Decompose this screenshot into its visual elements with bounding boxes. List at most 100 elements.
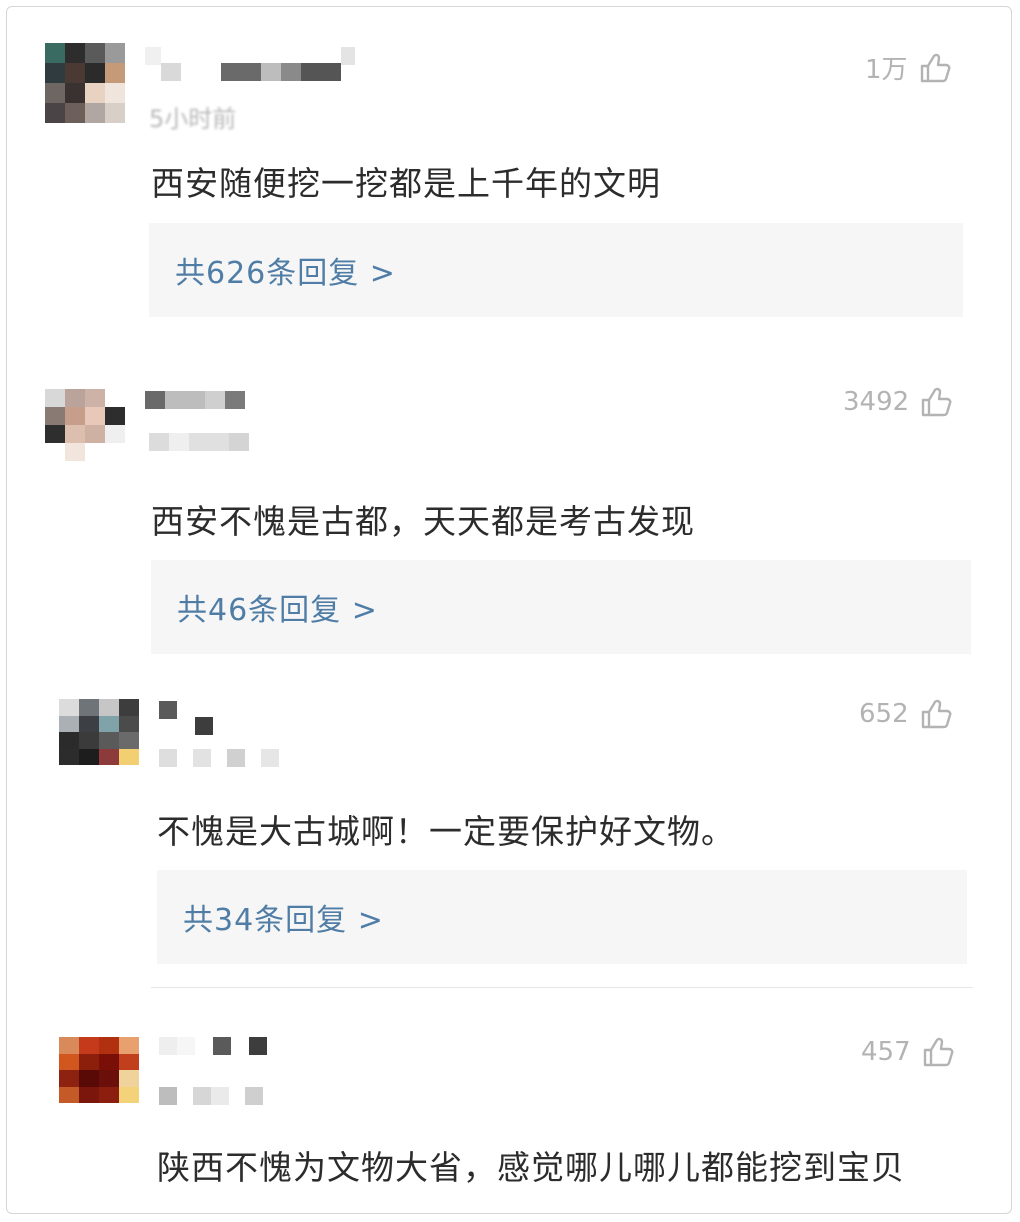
- comment-list: 5小时前 1万 西安随便挖一挖都是上千年的文明 共626条回复 > 3492 西…: [6, 6, 1012, 1214]
- avatar-pixel: [105, 43, 125, 63]
- like-area[interactable]: 1万: [865, 49, 952, 86]
- username-blurred[interactable]: [145, 47, 355, 81]
- avatar-pixel: [85, 443, 105, 461]
- avatar-pixel: [59, 1086, 79, 1103]
- avatar-pixel: [79, 1037, 99, 1054]
- avatar-pixel: [45, 63, 65, 83]
- avatar-pixel: [79, 715, 99, 732]
- avatar-pixel: [79, 1070, 99, 1087]
- comment-text: 西安不愧是古都，天天都是考古发现: [151, 502, 695, 541]
- like-area[interactable]: 457: [861, 1035, 955, 1069]
- thumbs-up-icon[interactable]: [919, 385, 953, 419]
- avatar-pixel: [45, 407, 65, 425]
- view-replies-link[interactable]: 共46条回复 >: [177, 585, 378, 629]
- avatar-pixel: [99, 732, 119, 749]
- comment-text: 西安随便挖一挖都是上千年的文明: [151, 164, 661, 203]
- thumbs-up-icon[interactable]: [921, 1035, 955, 1069]
- avatar-pixel: [65, 63, 85, 83]
- avatar-pixel: [79, 1053, 99, 1070]
- reply-box[interactable]: 共46条回复 >: [151, 560, 971, 654]
- avatar-pixel: [99, 699, 119, 716]
- avatar-pixel: [59, 748, 79, 765]
- avatar-pixel: [85, 83, 105, 103]
- avatar-pixel: [79, 699, 99, 716]
- avatar-pixel: [59, 1053, 79, 1070]
- avatar-pixel: [105, 103, 125, 123]
- avatar-pixel: [65, 389, 85, 407]
- avatar-pixel: [45, 103, 65, 123]
- avatar-pixel: [45, 83, 65, 103]
- comment-time-blurred: [159, 1087, 263, 1105]
- avatar-pixel: [59, 1037, 79, 1054]
- avatar-pixel: [79, 1086, 99, 1103]
- avatar-pixel: [59, 699, 79, 716]
- username-blurred[interactable]: [159, 701, 213, 735]
- avatar-pixel: [45, 389, 65, 407]
- reply-box[interactable]: 共34条回复 >: [157, 870, 967, 964]
- comment-time: 5小时前: [149, 105, 237, 133]
- avatar-pixel: [105, 425, 125, 443]
- avatar-pixel: [85, 63, 105, 83]
- avatar-pixel: [85, 43, 105, 63]
- avatar-pixel: [99, 1070, 119, 1087]
- avatar[interactable]: [45, 43, 125, 123]
- avatar-pixel: [105, 83, 125, 103]
- username-blurred[interactable]: [159, 1037, 267, 1055]
- avatar-pixel: [85, 103, 105, 123]
- avatar-pixel: [65, 425, 85, 443]
- avatar[interactable]: [45, 389, 125, 461]
- avatar-pixel: [119, 748, 139, 765]
- reply-box[interactable]: 共626条回复 >: [149, 223, 963, 317]
- avatar-pixel: [65, 43, 85, 63]
- avatar-pixel: [79, 748, 99, 765]
- avatar-pixel: [45, 43, 65, 63]
- avatar-pixel: [65, 407, 85, 425]
- avatar-pixel: [65, 443, 85, 461]
- thumbs-up-icon[interactable]: [919, 697, 953, 731]
- comment-time-blurred: [159, 749, 279, 767]
- like-count: 1万: [865, 55, 908, 85]
- avatar-pixel: [45, 443, 65, 461]
- avatar-pixel: [105, 63, 125, 83]
- avatar-pixel: [119, 1086, 139, 1103]
- comment-time-blurred: [149, 433, 249, 451]
- thumbs-up-icon[interactable]: [918, 51, 952, 85]
- view-replies-link[interactable]: 共626条回复 >: [175, 248, 396, 292]
- comment-text: 不愧是大古城啊！一定要保护好文物。: [157, 812, 735, 851]
- avatar-pixel: [59, 732, 79, 749]
- avatar-pixel: [65, 103, 85, 123]
- like-area[interactable]: 3492: [843, 385, 953, 419]
- avatar-pixel: [119, 699, 139, 716]
- avatar-pixel: [99, 1053, 119, 1070]
- avatar-pixel: [65, 83, 85, 103]
- avatar-pixel: [79, 732, 99, 749]
- view-replies-link[interactable]: 共34条回复 >: [183, 895, 384, 939]
- avatar-pixel: [105, 407, 125, 425]
- avatar-pixel: [99, 748, 119, 765]
- avatar-pixel: [85, 407, 105, 425]
- avatar-pixel: [105, 389, 125, 407]
- avatar[interactable]: [59, 699, 139, 765]
- avatar-pixel: [119, 715, 139, 732]
- avatar-pixel: [119, 1037, 139, 1054]
- avatar-pixel: [105, 443, 125, 461]
- like-area[interactable]: 652: [859, 697, 953, 731]
- avatar-pixel: [45, 425, 65, 443]
- avatar-pixel: [85, 425, 105, 443]
- like-count: 3492: [843, 387, 910, 417]
- like-count: 652: [859, 699, 909, 729]
- divider: [151, 987, 973, 988]
- avatar-pixel: [119, 1053, 139, 1070]
- avatar-pixel: [99, 1086, 119, 1103]
- avatar[interactable]: [59, 1037, 139, 1103]
- avatar-pixel: [59, 1070, 79, 1087]
- avatar-pixel: [119, 1070, 139, 1087]
- username-blurred[interactable]: [145, 391, 245, 409]
- like-count: 457: [861, 1037, 911, 1067]
- avatar-pixel: [59, 715, 79, 732]
- avatar-pixel: [119, 732, 139, 749]
- comment-text: 陕西不愧为文物大省，感觉哪儿哪儿都能挖到宝贝: [157, 1148, 905, 1187]
- avatar-pixel: [99, 715, 119, 732]
- avatar-pixel: [85, 389, 105, 407]
- avatar-pixel: [99, 1037, 119, 1054]
